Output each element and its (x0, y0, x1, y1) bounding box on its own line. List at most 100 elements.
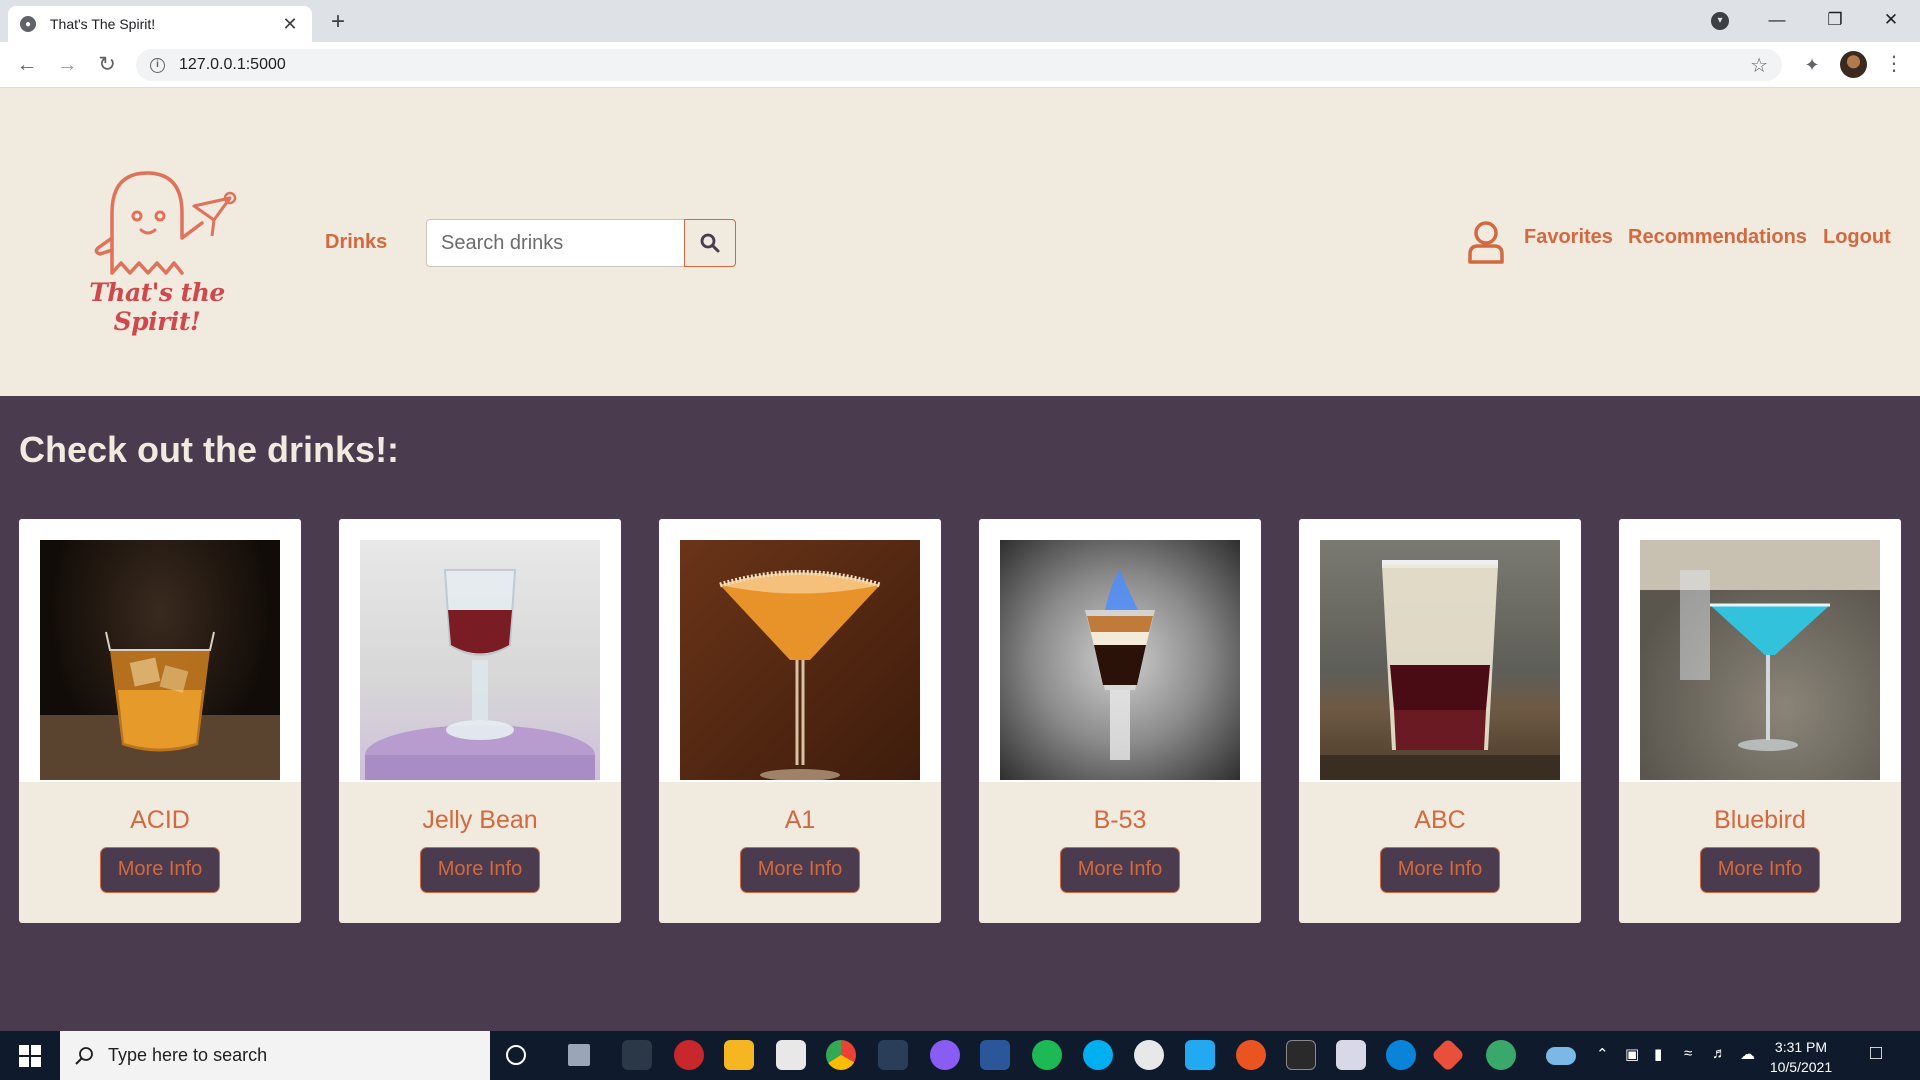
more-info-button[interactable]: More Info (1060, 847, 1180, 893)
onedrive-icon[interactable] (1546, 1047, 1576, 1065)
drink-card: Bluebird More Info (1619, 519, 1901, 923)
minimize-button[interactable]: — (1748, 0, 1806, 42)
drink-image-frame (659, 519, 941, 782)
windows-logo-icon (19, 1044, 41, 1067)
drink-image[interactable] (1320, 540, 1560, 780)
slack-icon[interactable] (1134, 1040, 1164, 1070)
windows-taskbar: Type here to search ⌃ ▣ ▮ ≈ ♬ ☁ 3:31 PM … (0, 1031, 1920, 1080)
drink-name: ACID (130, 806, 190, 834)
more-info-button[interactable]: More Info (100, 847, 220, 893)
browser-tabstrip: ● That's The Spirit! ✕ + ▾ — ❐ ✕ (0, 0, 1920, 42)
meet-now-icon[interactable]: ▣ (1625, 1045, 1639, 1063)
cortana-icon[interactable] (506, 1045, 526, 1065)
drink-card: B-53 More Info (979, 519, 1261, 923)
drink-name: B-53 (1093, 806, 1147, 834)
user-icon[interactable] (1466, 220, 1506, 264)
site-info-icon[interactable]: i (150, 57, 165, 73)
globe-icon: ● (20, 16, 36, 32)
clock-time: 3:31 PM (1774, 1039, 1828, 1055)
word-icon[interactable] (980, 1040, 1010, 1070)
show-hidden-icons-icon[interactable]: ⌃ (1596, 1045, 1609, 1063)
chrome-icon[interactable] (826, 1040, 856, 1070)
browser-toolbar: ← → ↻ i 127.0.0.1:5000 ☆ ✦ ⋮ (0, 42, 1920, 88)
taskbar-clock[interactable]: 3:31 PM 10/5/2021 (1766, 1037, 1836, 1077)
app-icon-discord[interactable] (930, 1040, 960, 1070)
nav-favorites-link[interactable]: Favorites (1524, 226, 1613, 249)
terminal-icon[interactable] (1286, 1040, 1316, 1070)
ubuntu-icon[interactable] (1236, 1040, 1266, 1070)
battery-icon[interactable]: ▮ (1654, 1045, 1662, 1063)
drink-card: ACID More Info (19, 519, 301, 923)
drink-name: ABC (1414, 806, 1466, 834)
more-info-button[interactable]: More Info (1700, 847, 1820, 893)
taskbar-search-box[interactable]: Type here to search (60, 1031, 490, 1080)
app-icon-editor[interactable] (1336, 1040, 1366, 1070)
app-icon-gallery[interactable] (878, 1040, 908, 1070)
drink-image-frame (1619, 519, 1901, 782)
extensions-icon[interactable]: ✦ (1798, 51, 1826, 79)
page-heading: Check out the drinks!: (19, 429, 400, 470)
chrome-menu-icon[interactable]: ⋮ (1880, 51, 1908, 79)
drink-image-frame (979, 519, 1261, 782)
drink-name: Bluebird (1714, 806, 1806, 834)
nav-recommendations-link[interactable]: Recommendations (1628, 226, 1807, 249)
search-icon (75, 1046, 93, 1065)
nav-logout-link[interactable]: Logout (1823, 226, 1891, 249)
close-tab-icon[interactable]: ✕ (280, 14, 300, 35)
weather-cloud-icon[interactable]: ☁ (1740, 1045, 1755, 1063)
search-icon (700, 233, 720, 253)
drink-image[interactable] (1000, 540, 1240, 780)
tab-title: That's The Spirit! (50, 16, 156, 32)
task-view-icon[interactable] (568, 1044, 590, 1066)
microsoft-store-icon[interactable] (776, 1040, 806, 1070)
forward-arrow-icon[interactable]: → (52, 50, 82, 80)
more-info-button[interactable]: More Info (740, 847, 860, 893)
vscode-icon[interactable] (1185, 1040, 1215, 1070)
windows-start-button[interactable] (0, 1031, 60, 1080)
skype-icon[interactable] (1083, 1040, 1113, 1070)
drink-card: A1 More Info (659, 519, 941, 923)
search-button[interactable] (684, 219, 736, 267)
browser-tab[interactable]: ● That's The Spirit! ✕ (8, 6, 312, 42)
wifi-icon[interactable]: ≈ (1684, 1045, 1692, 1062)
app-icon-predator[interactable] (622, 1040, 652, 1070)
back-arrow-icon[interactable]: ← (12, 50, 42, 80)
reload-icon[interactable]: ↻ (92, 50, 122, 80)
git-icon[interactable] (1431, 1038, 1465, 1072)
logo-text: That's the Spirit! (89, 278, 225, 336)
site-logo[interactable]: That's the Spirit! (62, 168, 252, 336)
app-icon-atom[interactable] (1486, 1040, 1516, 1070)
profile-avatar[interactable] (1840, 51, 1867, 78)
drink-image-frame (19, 519, 301, 782)
close-window-button[interactable]: ✕ (1862, 0, 1920, 42)
notification-center-icon[interactable]: □ (1870, 1042, 1882, 1065)
drink-image-frame (339, 519, 621, 782)
search-form (426, 219, 736, 267)
drink-name: A1 (784, 806, 816, 834)
nav-drinks-link[interactable]: Drinks (325, 231, 387, 254)
edge-icon[interactable] (1386, 1040, 1416, 1070)
more-info-button[interactable]: More Info (1380, 847, 1500, 893)
drink-card: ABC More Info (1299, 519, 1581, 923)
bookmark-star-icon[interactable]: ☆ (1750, 53, 1768, 78)
ghost-logo-icon (94, 171, 237, 275)
clock-date: 10/5/2021 (1769, 1059, 1833, 1075)
drink-name: Jelly Bean (422, 806, 538, 834)
drink-image[interactable] (360, 540, 600, 780)
drink-image[interactable] (1640, 540, 1880, 780)
drink-image[interactable] (40, 540, 280, 780)
drink-image-frame (1299, 519, 1581, 782)
search-input[interactable] (426, 219, 684, 267)
app-icon-redcircle[interactable] (674, 1040, 704, 1070)
spotify-icon[interactable] (1032, 1040, 1062, 1070)
drink-image[interactable] (680, 540, 920, 780)
tab-search-icon[interactable]: ▾ (1711, 12, 1729, 30)
volume-icon[interactable]: ♬ (1712, 1045, 1727, 1062)
more-info-button[interactable]: More Info (420, 847, 540, 893)
drink-card: Jelly Bean More Info (339, 519, 621, 923)
file-explorer-icon[interactable] (724, 1040, 754, 1070)
address-bar[interactable]: i 127.0.0.1:5000 ☆ (136, 49, 1782, 81)
taskbar-search-text: Type here to search (108, 1045, 268, 1065)
restore-button[interactable]: ❐ (1806, 0, 1864, 42)
new-tab-button[interactable]: + (324, 8, 352, 36)
